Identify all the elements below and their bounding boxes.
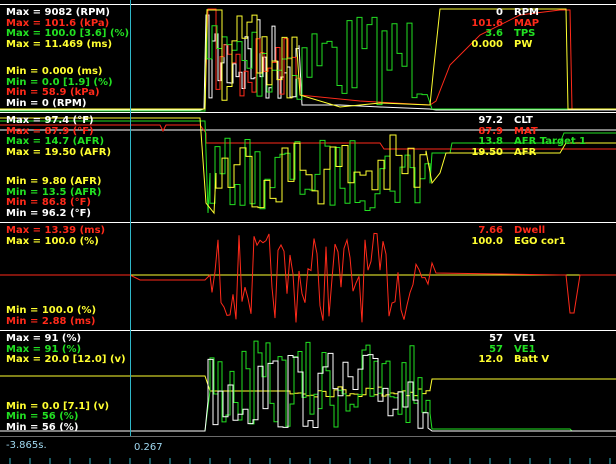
panel3-max-label: Max = 91 (%) [6,333,82,344]
panel3-current-value: 12.0 [478,354,503,365]
graph-panel-temps-afr[interactable]: Max = 97.4 (°F) Max = 87.9 (°F) Max = 14.7… [0,112,616,223]
panel3-channel-name: Batt V [514,354,550,365]
panel3-min-label: Min = 56 (%) [6,421,79,433]
cursor-time-label: 0.267 [134,442,163,453]
panel2-channel-name: Dwell [514,225,546,236]
panel1-current-value: 97.2 [478,115,503,126]
panel1-current-value: 19.50 [471,146,503,158]
panel3-min-label: Min = 0.0 [7.1] (v) [6,400,110,412]
panel0-current-value: 0 [496,7,503,18]
panel1-min-label: Min = 9.80 (AFR) [6,176,102,187]
panel1-current-value: 87.9 [478,125,503,137]
panel3-max-label: Max = 91 (%) [6,343,82,355]
panel3-channel-name: VE1 [514,343,536,355]
panel0-max-label: Max = 9082 (RPM) [6,7,110,18]
panel0-max-label: Max = 100.0 [3.6] (%) [6,28,130,39]
panel1-channel-name: AFR [514,146,537,158]
panel3-max-label: Max = 20.0 [12.0] (v) [6,354,126,365]
panel0-min-label: Min = 0.0 [1.9] (%) [6,76,113,88]
panel1-max-label: Max = 97.4 (°F) [6,115,94,126]
panel2-max-label: Max = 13.39 (ms) [6,225,106,236]
panel2-current-value: 100.0 [471,235,503,247]
panel0-min-label: Min = 0.000 (ms) [6,66,103,77]
panel0-channel-name: TPS [514,28,536,39]
panel2-min-label: Min = 100.0 (%) [6,305,97,316]
panel1-min-label: Min = 86.8 (°F) [6,197,91,208]
panel1-channel-name: MAT [514,125,538,137]
panel0-min-label: Min = 0 (RPM) [6,97,87,109]
panel2-min-label: Min = 2.88 (ms) [6,315,96,327]
time-axis-ticks [9,458,611,464]
panel1-current-value: 13.8 [478,136,503,147]
panel0-max-label: Max = 11.469 (ms) [6,38,113,50]
panel1-channel-name: CLT [514,115,533,126]
panel0-channel-name: MAP [514,17,540,29]
panel3-current-value: 57 [489,333,503,344]
panel0-channel-name: PW [514,38,533,50]
panel0-current-value: 101.6 [471,17,503,29]
panel3-current-value: 57 [489,343,503,355]
panel2-current-value: 7.66 [478,225,503,236]
graph-panel-ve-battery[interactable]: Max = 91 (%) Max = 91 (%) Max = 20.0 [12.0… [0,330,616,437]
panel1-max-label: Max = 19.50 (AFR) [6,146,112,158]
panel0-current-value: 0.000 [471,38,503,50]
time-cursor-line[interactable] [130,0,131,463]
panel0-current-value: 3.6 [485,28,503,39]
panel1-channel-name: AFR Target 1 [514,136,587,147]
panel1-min-label: Min = 96.2 (°F) [6,207,91,219]
graph-panel-dwell-ego[interactable]: Max = 13.39 (ms) Max = 100.0 (%) Min = 100… [0,222,616,331]
panel0-channel-name: RPM [514,7,539,18]
panel3-channel-name: VE1 [514,333,536,344]
panel0-max-label: Max = 101.6 (kPa) [6,17,110,29]
panel1-max-label: Max = 87.9 (°F) [6,125,94,137]
batt-trace [0,375,616,398]
panel2-channel-name: EGO cor1 [514,235,566,247]
panel1-max-label: Max = 14.7 (AFR) [6,136,105,147]
ve1-trace-white [0,352,616,432]
panel0-min-label: Min = 58.9 (kPa) [6,87,100,98]
panel3-min-label: Min = 56 (%) [6,411,79,422]
time-axis-footer[interactable]: -3.865s. 0.267 [0,436,616,464]
graph-panel-engine[interactable]: Max = 9082 (RPM) Max = 101.6 (kPa) Max = 1… [0,4,616,113]
time-offset-label: -3.865s. [6,440,47,451]
panel1-min-label: Min = 13.5 (AFR) [6,186,102,198]
datalog-viewer[interactable]: Max = 9082 (RPM) Max = 101.6 (kPa) Max = 1… [0,0,616,464]
panel2-max-label: Max = 100.0 (%) [6,235,99,247]
